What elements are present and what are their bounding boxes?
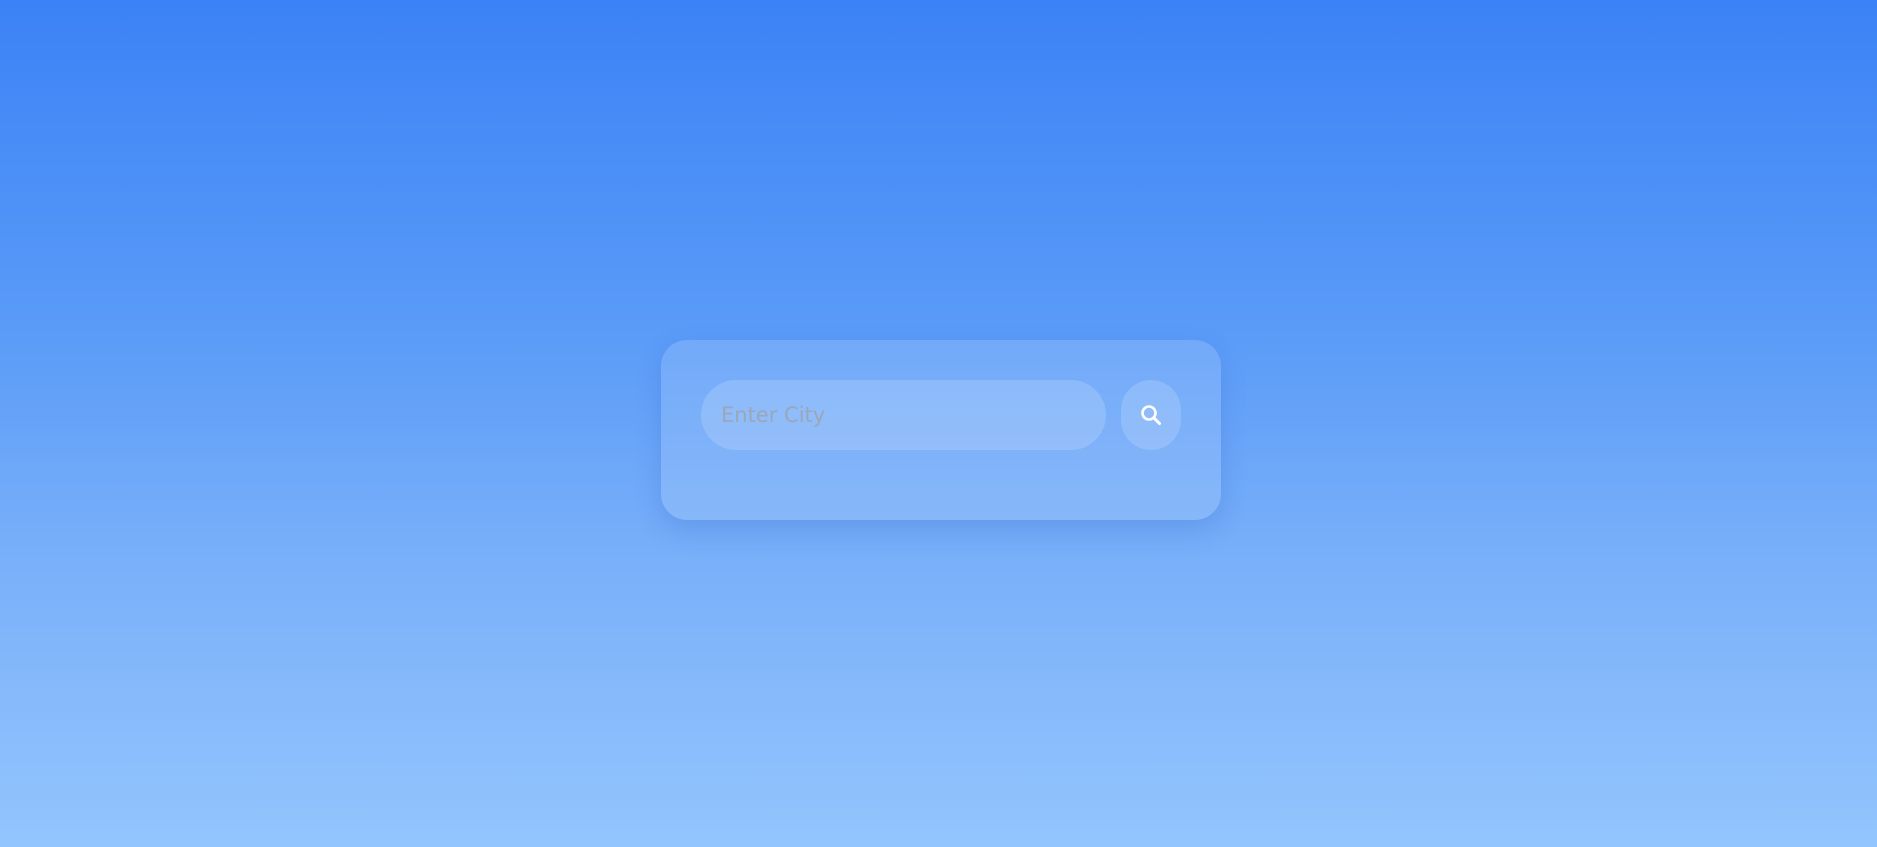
search-icon bbox=[1139, 403, 1163, 427]
search-button[interactable] bbox=[1121, 380, 1181, 450]
search-row bbox=[701, 380, 1181, 450]
city-search-input[interactable] bbox=[701, 380, 1106, 450]
search-card bbox=[661, 340, 1221, 520]
